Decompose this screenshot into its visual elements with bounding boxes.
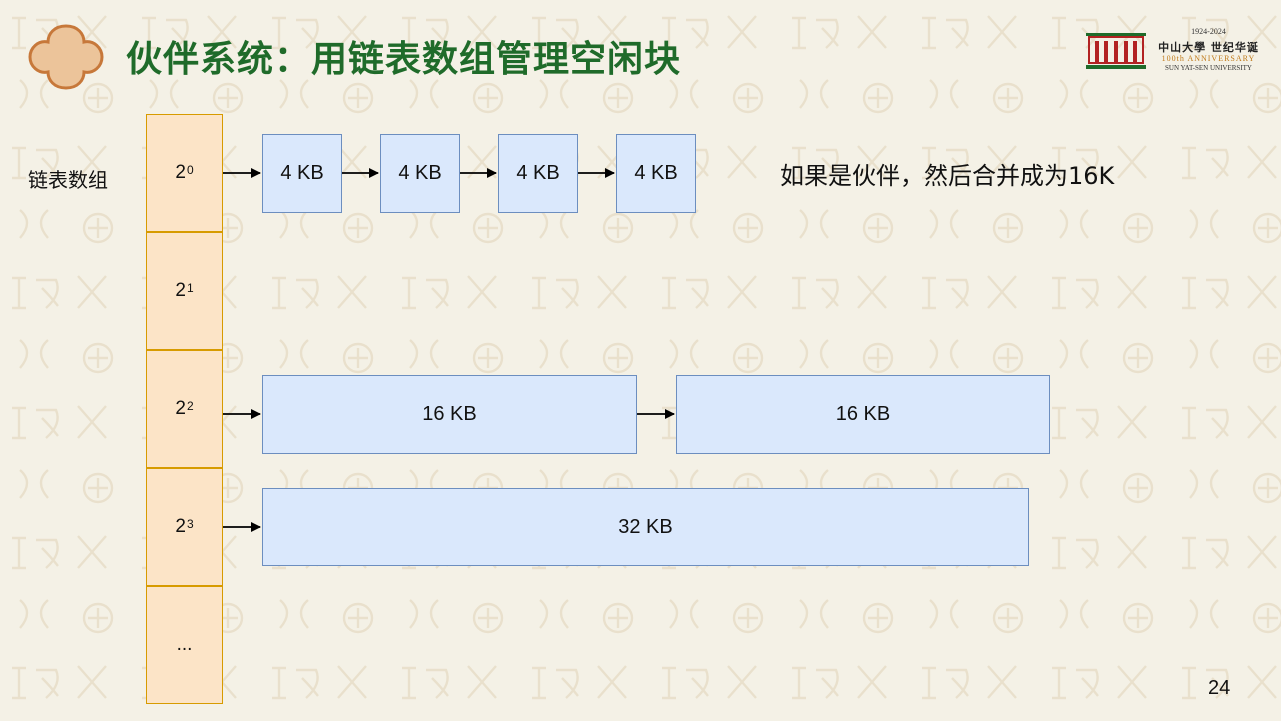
array-cell-order-1: 21 bbox=[146, 232, 223, 350]
free-block-4kb: 4 KB bbox=[498, 134, 578, 213]
free-block-16kb: 16 KB bbox=[262, 375, 637, 454]
title-cloud-icon bbox=[28, 24, 104, 90]
array-cell-order-0: 20 bbox=[146, 114, 223, 232]
buddy-merge-note: 如果是伙伴，然后合并成为16K bbox=[780, 162, 1115, 190]
free-block-4kb: 4 KB bbox=[262, 134, 342, 213]
logo-university-name: SUN YAT-SEN UNIVERSITY bbox=[1165, 64, 1252, 72]
free-block-16kb: 16 KB bbox=[676, 375, 1050, 454]
free-block-32kb: 32 KB bbox=[262, 488, 1029, 566]
linked-list-array-label: 链表数组 bbox=[28, 168, 108, 192]
slide: 伙伴系统：用链表数组管理空闲块 1924-2024 中山大學 世纪华诞 100t… bbox=[0, 0, 1281, 721]
cell-exponent: 3 bbox=[186, 517, 194, 531]
free-block-4kb: 4 KB bbox=[380, 134, 460, 213]
free-block-4kb: 4 KB bbox=[616, 134, 696, 213]
cell-base: 2 bbox=[175, 516, 186, 537]
cell-base: 2 bbox=[175, 398, 186, 419]
array-cell-ellipsis: ... bbox=[146, 586, 223, 704]
array-cell-order-3: 23 bbox=[146, 468, 223, 586]
university-logo: 1924-2024 中山大學 世纪华诞 100th ANNIVERSARY SU… bbox=[1085, 27, 1265, 77]
slide-title: 伙伴系统：用链表数组管理空闲块 bbox=[126, 39, 682, 80]
page-number: 24 bbox=[1208, 677, 1231, 699]
cell-exponent: 2 bbox=[186, 399, 194, 413]
cell-exponent: 1 bbox=[186, 281, 194, 295]
cell-base: 2 bbox=[175, 280, 186, 301]
cell-exponent: 0 bbox=[186, 163, 194, 177]
university-gate-icon bbox=[1086, 33, 1146, 69]
logo-chinese-name: 中山大學 世纪华诞 bbox=[1158, 41, 1259, 54]
cell-ellipsis-text: ... bbox=[176, 634, 193, 655]
cell-base: 2 bbox=[175, 162, 186, 183]
array-cell-order-2: 22 bbox=[146, 350, 223, 468]
logo-anniversary: 100th ANNIVERSARY bbox=[1161, 54, 1256, 63]
logo-years: 1924-2024 bbox=[1191, 27, 1226, 36]
